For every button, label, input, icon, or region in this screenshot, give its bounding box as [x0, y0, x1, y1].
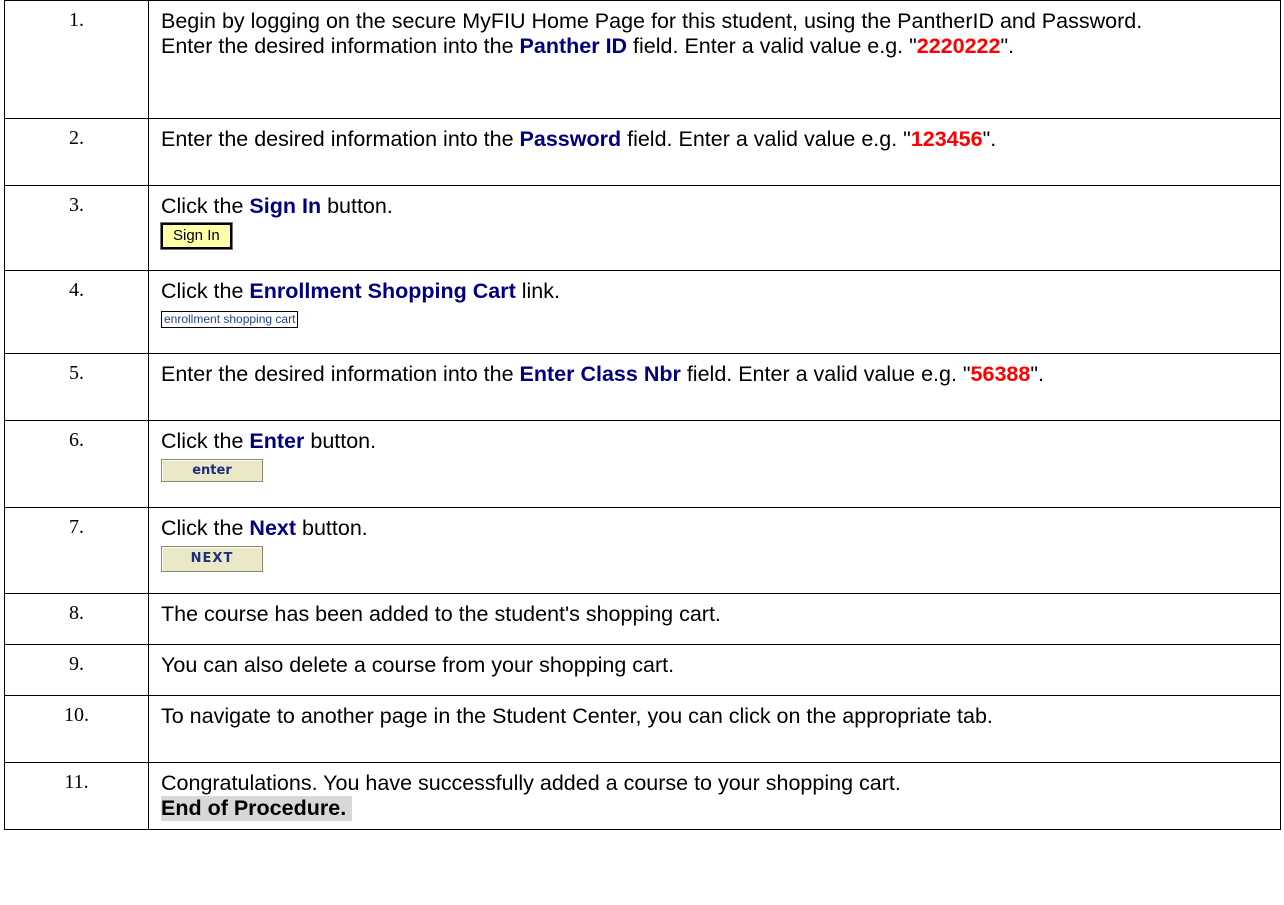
- step-number: 5.: [4, 353, 149, 421]
- instruction-suffix: button.: [321, 194, 393, 218]
- instruction-prefix: Enter the desired information into the: [161, 127, 520, 151]
- example-value: 2220222: [916, 34, 1001, 58]
- instruction-prefix: Click the: [161, 516, 250, 540]
- instruction-suffix: button.: [304, 429, 377, 453]
- step-row: 7. Click the Next button. NEXT: [4, 507, 1281, 594]
- instruction-middle: field. Enter a valid value e.g. ": [680, 362, 971, 386]
- step-text: Click the Next button. NEXT: [148, 507, 1281, 594]
- step-row: 8. The course has been added to the stud…: [4, 593, 1281, 645]
- instruction-suffix: ".: [1000, 34, 1015, 58]
- step-text: You can also delete a course from your s…: [148, 644, 1281, 696]
- instruction-suffix: button.: [296, 516, 368, 540]
- step-number: 8.: [4, 593, 149, 645]
- end-of-procedure: End of Procedure.: [161, 796, 353, 821]
- step-number: 1.: [4, 0, 149, 119]
- field-name: Password: [519, 127, 622, 151]
- procedure-table: 1. Begin by logging on the secure MyFIU …: [4, 0, 1281, 830]
- example-value: 123456: [910, 127, 983, 151]
- step-row: 10. To navigate to another page in the S…: [4, 695, 1281, 763]
- step-text: To navigate to another page in the Stude…: [148, 695, 1281, 763]
- control-name: Next: [249, 516, 297, 540]
- instruction-prefix: Click the: [161, 429, 250, 453]
- sign-in-button[interactable]: Sign In: [160, 222, 233, 250]
- step-row: 6. Click the Enter button. enter: [4, 420, 1281, 508]
- instruction-middle: field. Enter a valid value e.g. ": [621, 127, 911, 151]
- step-number: 4.: [4, 270, 149, 354]
- step-text: Enter the desired information into the E…: [148, 353, 1281, 421]
- step-text: Enter the desired information into the P…: [148, 118, 1281, 186]
- instruction-suffix: ".: [1030, 362, 1044, 386]
- example-value: 56388: [970, 362, 1031, 386]
- control-name: Enrollment Shopping Cart: [249, 279, 516, 303]
- step-text: Click the Sign In button. Sign In: [148, 185, 1281, 271]
- step-text: Click the Enter button. enter: [148, 420, 1281, 508]
- step-row: 9. You can also delete a course from you…: [4, 644, 1281, 696]
- step-number: 9.: [4, 644, 149, 696]
- instruction-suffix: ".: [982, 127, 997, 151]
- instruction-prefix: Enter the desired information into the: [161, 362, 520, 386]
- step-number: 11.: [4, 762, 149, 830]
- instruction-prefix: Click the: [161, 279, 250, 303]
- instruction-middle: field. Enter a valid value e.g. ": [627, 34, 917, 58]
- instruction-prefix: Enter the desired information into the: [161, 34, 520, 58]
- step-row: 11. Congratulations. You have successful…: [4, 762, 1281, 830]
- step-text: Congratulations. You have successfully a…: [148, 762, 1281, 830]
- step-text: Begin by logging on the secure MyFIU Hom…: [148, 0, 1281, 119]
- step-message: Congratulations. You have successfully a…: [161, 771, 901, 795]
- step-number: 6.: [4, 420, 149, 508]
- step-number: 2.: [4, 118, 149, 186]
- control-name: Enter: [249, 429, 305, 453]
- step-row: 3. Click the Sign In button. Sign In: [4, 185, 1281, 271]
- control-name: Sign In: [249, 194, 322, 218]
- instruction-prefix: Click the: [161, 194, 250, 218]
- step-number: 7.: [4, 507, 149, 594]
- step-row: 2. Enter the desired information into th…: [4, 118, 1281, 186]
- next-button[interactable]: NEXT: [161, 546, 263, 572]
- step-text: Click the Enrollment Shopping Cart link.…: [148, 270, 1281, 354]
- step-text: The course has been added to the student…: [148, 593, 1281, 645]
- instruction-suffix: link.: [515, 279, 560, 303]
- step-row: 5. Enter the desired information into th…: [4, 353, 1281, 421]
- step-number: 10.: [4, 695, 149, 763]
- step-number: 3.: [4, 185, 149, 271]
- field-name: Panther ID: [519, 34, 628, 58]
- step-intro: Begin by logging on the secure MyFIU Hom…: [161, 9, 1143, 33]
- field-name: Enter Class Nbr: [519, 362, 681, 386]
- step-row: 4. Click the Enrollment Shopping Cart li…: [4, 270, 1281, 354]
- enter-button[interactable]: enter: [161, 459, 263, 482]
- step-row: 1. Begin by logging on the secure MyFIU …: [4, 0, 1281, 119]
- enrollment-shopping-cart-link[interactable]: enrollment shopping cart: [161, 311, 299, 328]
